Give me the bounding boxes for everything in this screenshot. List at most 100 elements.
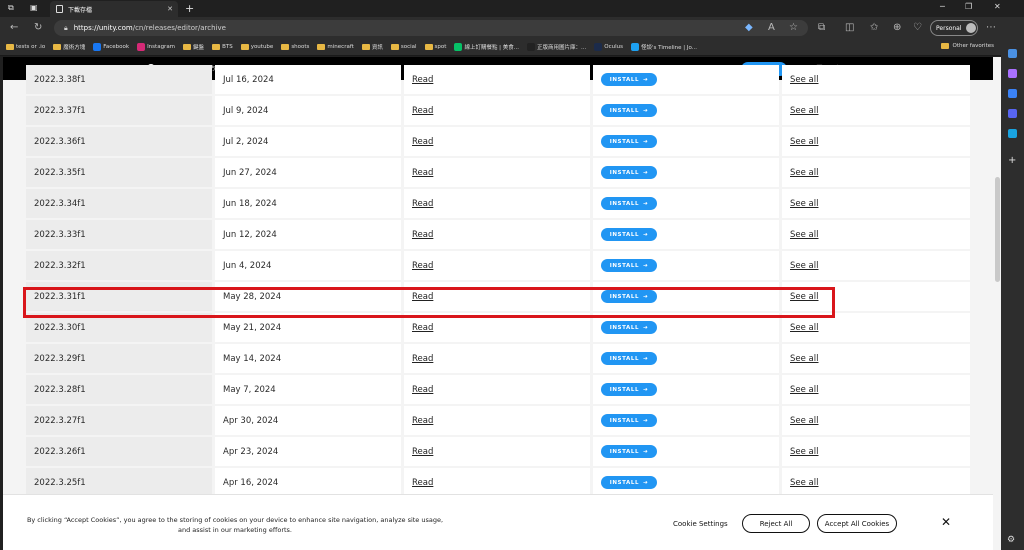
back-icon[interactable]: ← <box>10 22 18 33</box>
minimize-icon[interactable]: ─ <box>940 2 945 11</box>
sidebar-games-icon[interactable] <box>1008 129 1017 138</box>
see-all-link[interactable]: See all <box>790 261 819 271</box>
read-link[interactable]: Read <box>412 75 433 85</box>
sidebar-tools-icon[interactable] <box>1008 69 1017 78</box>
install-label: INSTALL <box>609 386 640 393</box>
see-all-link[interactable]: See all <box>790 447 819 457</box>
url-field[interactable]: 🔒︎ https://unity.com/cn/releases/editor/… <box>54 20 808 36</box>
bookmark-item[interactable]: 正版商用圖片庫：... <box>527 43 586 51</box>
split-screen-icon[interactable]: ◫ <box>845 22 854 33</box>
bookmark-item[interactable]: 鍵盤 <box>183 43 204 51</box>
see-all-link[interactable]: See all <box>790 323 819 333</box>
version-cell: 2022.3.37f1 <box>26 96 212 125</box>
reject-all-button[interactable]: Reject All <box>742 514 810 533</box>
read-link[interactable]: Read <box>412 416 433 426</box>
date-cell: Apr 30, 2024 <box>215 406 401 435</box>
see-all-link[interactable]: See all <box>790 137 819 147</box>
tag-icon[interactable]: ◆ <box>745 22 753 33</box>
bookmark-item[interactable]: tests or .io <box>6 44 45 50</box>
install-button[interactable]: INSTALL ➔ <box>601 135 657 148</box>
install-button[interactable]: INSTALL ➔ <box>601 476 657 489</box>
sidebar-add-icon[interactable]: + <box>1008 155 1016 166</box>
install-button[interactable]: INSTALL ➔ <box>601 414 657 427</box>
read-link[interactable]: Read <box>412 261 433 271</box>
bookmark-item[interactable]: Oculus <box>594 43 623 51</box>
sidebar-outlook-icon[interactable] <box>1008 89 1017 98</box>
accept-all-cookies-button[interactable]: Accept All Cookies <box>817 514 897 533</box>
bookmark-item[interactable]: Instagram <box>137 43 175 51</box>
read-link[interactable]: Read <box>412 447 433 457</box>
date-cell: Apr 23, 2024 <box>215 437 401 466</box>
bookmark-item[interactable]: 線上訂購餐點 | 美食... <box>454 43 519 51</box>
read-link[interactable]: Read <box>412 323 433 333</box>
install-button[interactable]: INSTALL ➔ <box>601 445 657 458</box>
bookmark-item[interactable]: minecraft <box>317 44 354 50</box>
read-aloud-icon[interactable]: A <box>768 22 775 33</box>
vertical-tabs-icon[interactable]: ▣ <box>30 3 38 12</box>
install-cell: INSTALL ➔ <box>593 375 779 404</box>
sidebar-search-icon[interactable] <box>1008 49 1017 58</box>
more-menu-icon[interactable]: ⋯ <box>986 22 996 33</box>
maximize-icon[interactable]: ❐ <box>965 2 972 11</box>
see-all-link[interactable]: See all <box>790 478 819 488</box>
bookmark-item[interactable]: Facebook <box>93 43 129 51</box>
see-all-link[interactable]: See all <box>790 230 819 240</box>
read-link[interactable]: Read <box>412 106 433 116</box>
cookie-settings-link[interactable]: Cookie Settings <box>673 520 728 528</box>
read-link[interactable]: Read <box>412 354 433 364</box>
see-all-link[interactable]: See all <box>790 199 819 209</box>
bookmark-item[interactable]: 資訊 <box>361 43 383 51</box>
install-button[interactable]: INSTALL ➔ <box>601 197 657 210</box>
arrow-right-icon: ➔ <box>643 138 649 145</box>
extensions-icon[interactable]: ⧉ <box>818 22 825 33</box>
see-all-link[interactable]: See all <box>790 106 819 116</box>
sidebar-office-icon[interactable] <box>1008 109 1017 118</box>
install-button[interactable]: INSTALL ➔ <box>601 228 657 241</box>
profile-button[interactable]: Personal <box>930 20 978 36</box>
read-link[interactable]: Read <box>412 199 433 209</box>
bookmark-item[interactable]: social <box>390 44 417 50</box>
bookmark-item[interactable]: 怪談's Timeline | Jo... <box>631 43 697 51</box>
bookmark-item[interactable]: shoots <box>281 44 309 50</box>
see-all-link[interactable]: See all <box>790 385 819 395</box>
favorite-star-icon[interactable]: ☆ <box>789 22 798 33</box>
refresh-icon[interactable]: ↻ <box>34 22 42 33</box>
close-tab-icon[interactable]: ✕ <box>167 5 173 13</box>
workspaces-icon[interactable]: ⧉ <box>8 3 14 13</box>
install-button[interactable]: INSTALL ➔ <box>601 259 657 272</box>
window-close-icon[interactable]: ✕ <box>994 2 1001 11</box>
read-link[interactable]: Read <box>412 385 433 395</box>
see-all-link[interactable]: See all <box>790 75 819 85</box>
scroll-thumb[interactable] <box>995 177 1000 282</box>
install-button[interactable]: INSTALL ➔ <box>601 352 657 365</box>
bookmark-item[interactable]: spot <box>424 44 446 50</box>
read-link[interactable]: Read <box>412 230 433 240</box>
collections-icon[interactable]: ⊕ <box>893 22 901 33</box>
install-button[interactable]: INSTALL ➔ <box>601 73 657 86</box>
install-button[interactable]: INSTALL ➔ <box>601 166 657 179</box>
table-row: 2022.3.26f1 Apr 23, 2024 Read INSTALL ➔ See a… <box>26 437 970 466</box>
install-button[interactable]: INSTALL ➔ <box>601 104 657 117</box>
install-button[interactable]: INSTALL ➔ <box>601 321 657 334</box>
favorites-icon[interactable]: ✩ <box>870 22 878 33</box>
page-scrollbar[interactable] <box>993 57 1001 550</box>
install-cell: INSTALL ➔ <box>593 406 779 435</box>
bookmark-item[interactable]: youtube <box>240 44 273 50</box>
read-link[interactable]: Read <box>412 168 433 178</box>
see-all-cell: See all <box>782 65 970 94</box>
install-button[interactable]: INSTALL ➔ <box>601 383 657 396</box>
read-link[interactable]: Read <box>412 478 433 488</box>
tab-archive[interactable]: 下載存檔 ✕ <box>50 1 178 17</box>
browser-essentials-icon[interactable]: ♡ <box>913 22 922 33</box>
see-all-link[interactable]: See all <box>790 354 819 364</box>
bookmark-item[interactable]: BTS <box>212 44 233 50</box>
bookmark-item[interactable]: 魔術方塊 <box>53 43 85 51</box>
see-all-link[interactable]: See all <box>790 168 819 178</box>
other-favorites[interactable]: Other favorites <box>940 43 994 49</box>
settings-gear-icon[interactable]: ⚙ <box>1007 535 1015 545</box>
new-tab-icon[interactable]: + <box>185 2 194 15</box>
read-link[interactable]: Read <box>412 137 433 147</box>
cookie-close-icon[interactable]: ✕ <box>941 515 951 529</box>
see-all-link[interactable]: See all <box>790 416 819 426</box>
arrow-right-icon: ➔ <box>643 169 649 176</box>
